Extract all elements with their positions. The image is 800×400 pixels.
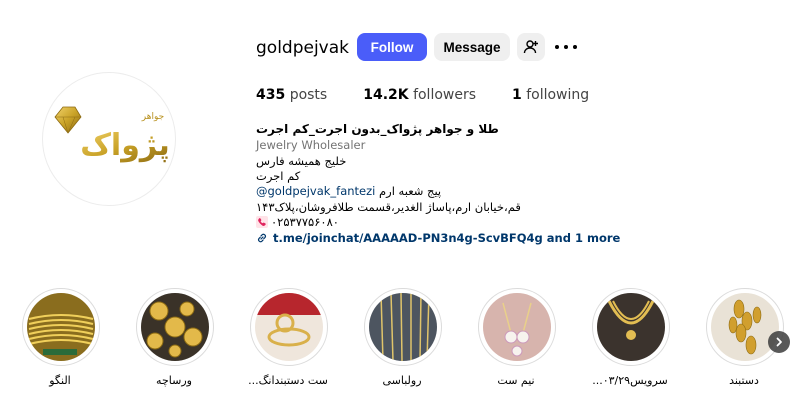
posts-count: 435 (256, 87, 286, 103)
highlight-item[interactable] (706, 288, 784, 366)
bio-external-link[interactable]: t.me/joinchat/AAAAAD-PN3n4g-ScvBFQ4g and… (273, 231, 620, 245)
bio-mention-line: @goldpejvak_fantezi پیج شعبه ارم (256, 184, 441, 198)
following-label: following (526, 87, 590, 103)
profile-category: Jewelry Wholesaler (256, 138, 366, 152)
profile-username: goldpejvak (256, 38, 350, 58)
highlight-item[interactable] (592, 288, 670, 366)
svg-text:پژواک: پژواک (80, 128, 169, 163)
message-button[interactable]: Message (434, 33, 510, 61)
chevron-right-icon[interactable] (768, 331, 790, 353)
following-stat[interactable]: 1 following (512, 87, 589, 103)
bio-mention-suffix: پیج شعبه ارم (379, 184, 442, 198)
highlight-ring-set-icon (255, 293, 323, 361)
link-icon (258, 233, 266, 243)
bio-phone-line: ۰۲۵۳۷۷۵۶۰۸۰ (256, 215, 339, 229)
highlight-label: ورساچه (156, 374, 192, 387)
add-user-icon (523, 40, 538, 54)
highlight-label: النگو (49, 374, 71, 387)
bio-line-1: خلیج همیشه فارس (256, 154, 347, 168)
profile-stats: 435 posts 14.2K followers 1 following (256, 87, 625, 103)
phone-icon (256, 216, 268, 228)
highlight-pearl-set-icon (483, 293, 551, 361)
highlight-label: نیم ست (497, 374, 535, 387)
highlight-label: دستبند (729, 374, 759, 387)
highlight-label: رولباسی (382, 374, 422, 387)
followers-stat[interactable]: 14.2K followers (363, 87, 476, 103)
highlight-item[interactable] (478, 288, 556, 366)
profile-avatar[interactable]: پژواک جواهر (42, 72, 176, 206)
bio-phone: ۰۲۵۳۷۷۵۶۰۸۰ (271, 215, 339, 229)
highlight-label: سرویس۰۳/۲۹... (592, 374, 668, 387)
posts-label: posts (289, 87, 328, 103)
following-count: 1 (512, 87, 522, 103)
followers-label: followers (413, 87, 477, 103)
followers-count: 14.2K (363, 87, 409, 103)
highlight-label: ست دستبندانگ... (248, 374, 328, 387)
bio-address: قم،خیابان ارم،پاساژ الغدیر،قسمت طلافروشا… (256, 200, 521, 214)
follow-button[interactable]: Follow (357, 33, 427, 61)
suggest-user-button[interactable] (517, 33, 545, 61)
highlight-bracelet-icon (711, 293, 779, 361)
highlight-item[interactable] (250, 288, 328, 366)
bio-link-line[interactable]: t.me/joinchat/AAAAAD-PN3n4g-ScvBFQ4g and… (256, 231, 620, 245)
highlight-item[interactable] (364, 288, 442, 366)
profile-name: طلا و جواهر پژواک_بدون اجرت_کم اجرت (256, 122, 499, 136)
highlight-coins-icon (141, 293, 209, 361)
highlight-necklace-icon (597, 293, 665, 361)
highlight-chains-icon (369, 293, 437, 361)
chevron-right-glyph (776, 337, 782, 347)
more-options-icon[interactable] (555, 38, 577, 56)
pejvak-gold-logo-icon: پژواک جواهر (54, 106, 169, 163)
svg-text:جواهر: جواهر (141, 112, 164, 122)
highlight-bangle-icon (27, 293, 95, 361)
highlight-item[interactable] (22, 288, 100, 366)
bio-mention-link[interactable]: @goldpejvak_fantezi (256, 184, 375, 198)
posts-stat: 435 posts (256, 87, 327, 103)
highlight-item[interactable] (136, 288, 214, 366)
bio-line-2: کم اجرت (256, 169, 301, 183)
